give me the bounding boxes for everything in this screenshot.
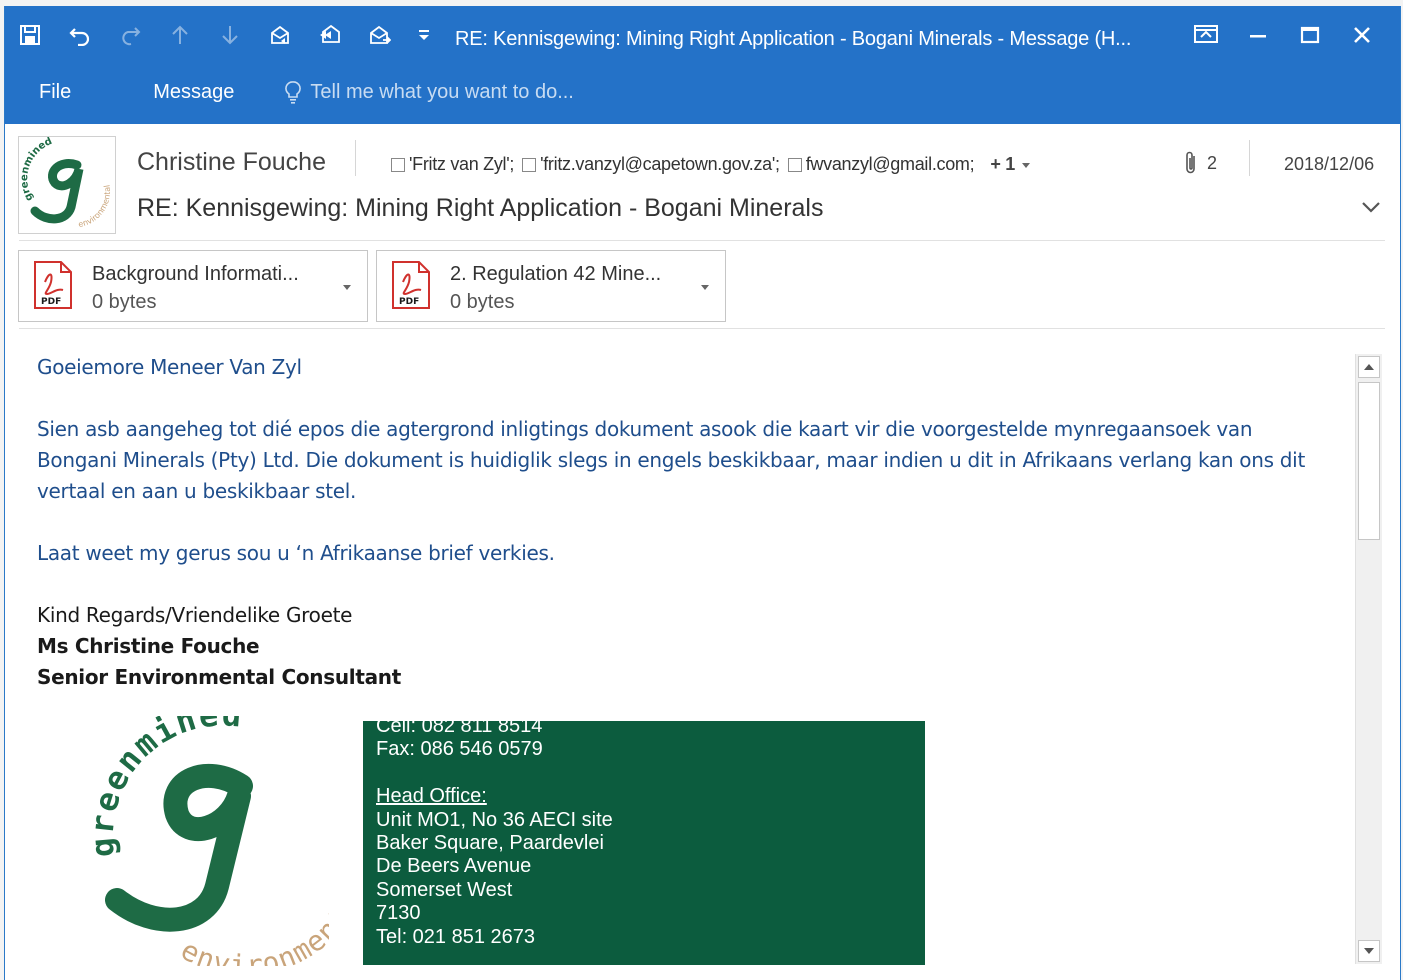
ribbon-display-options-icon[interactable] bbox=[1180, 18, 1232, 52]
recipient-checkbox[interactable] bbox=[787, 157, 802, 172]
paperclip-icon bbox=[1186, 151, 1195, 174]
lightbulb-icon bbox=[285, 81, 302, 104]
attachments-separator bbox=[19, 328, 1385, 329]
telephone-number: Tel: 021 851 2673 bbox=[376, 925, 536, 948]
attachment-indicator: 2 bbox=[1183, 150, 1217, 176]
postal-code: 7130 bbox=[376, 902, 421, 925]
chevron-down-icon[interactable] bbox=[699, 283, 711, 291]
forward-icon[interactable] bbox=[367, 22, 393, 48]
scroll-down-button[interactable] bbox=[1358, 940, 1380, 962]
attachment-size: 0 bytes bbox=[450, 291, 515, 313]
header-divider bbox=[1249, 140, 1250, 176]
header-divider bbox=[355, 140, 356, 176]
chevron-down-icon bbox=[1021, 162, 1030, 168]
fax-number: Fax: 086 546 0579 bbox=[376, 738, 543, 761]
down-arrow-icon[interactable] bbox=[217, 22, 243, 48]
quick-access-toolbar bbox=[17, 20, 455, 50]
head-office-label: Head Office: bbox=[376, 785, 487, 808]
menu-message[interactable]: Message bbox=[153, 81, 234, 104]
company-logo: greenmined environmental bbox=[89, 716, 329, 966]
reply-all-icon[interactable] bbox=[317, 22, 343, 48]
body-paragraph: Laat weet my gerus sou u ‘n Afrikaanse b… bbox=[37, 541, 555, 565]
title-bar: RE: Kennisgewing: Mining Right Applicati… bbox=[5, 6, 1400, 124]
minimize-icon[interactable] bbox=[1232, 18, 1284, 52]
message-header: greenmined environmental Christine Fouch… bbox=[5, 124, 1400, 242]
menu-file[interactable]: File bbox=[39, 81, 71, 104]
message-body: Goeiemore Meneer Van Zyl Sien asb aangeh… bbox=[37, 352, 1337, 693]
recipient[interactable]: 'Fritz van Zyl'; bbox=[391, 154, 514, 175]
signature-title: Senior Environmental Consultant bbox=[37, 665, 401, 689]
recipient[interactable]: 'fritz.vanzyl@capetown.gov.za'; bbox=[522, 154, 780, 175]
closing-text: Kind Regards/Vriendelike Groete bbox=[37, 603, 353, 627]
tell-me-placeholder: Tell me what you want to do... bbox=[310, 80, 574, 103]
attachment-card[interactable]: PDF 2. Regulation 42 Mine... 0 bytes bbox=[376, 250, 726, 322]
close-icon[interactable] bbox=[1336, 18, 1388, 52]
svg-text:environmental: environmental bbox=[78, 184, 113, 229]
sender-avatar[interactable]: greenmined environmental bbox=[18, 136, 116, 234]
greeting-text: Goeiemore Meneer Van Zyl bbox=[37, 355, 302, 379]
sent-date: 2018/12/06 bbox=[1284, 154, 1375, 174]
more-recipients-button[interactable]: + 1 bbox=[990, 154, 1032, 175]
pdf-file-icon: PDF bbox=[34, 261, 72, 309]
attachment-name: Background Informati... bbox=[92, 263, 299, 285]
window-controls bbox=[1180, 18, 1388, 52]
customize-dropdown-icon[interactable] bbox=[417, 22, 431, 48]
maximize-icon[interactable] bbox=[1284, 18, 1336, 52]
signature-name: Ms Christine Fouche bbox=[37, 634, 260, 658]
svg-text:PDF: PDF bbox=[41, 297, 61, 307]
reply-icon[interactable] bbox=[267, 22, 293, 48]
triangle-down-icon bbox=[1364, 948, 1374, 954]
scroll-up-button[interactable] bbox=[1358, 356, 1380, 378]
attachment-name: 2. Regulation 42 Mine... bbox=[450, 263, 662, 285]
expand-header-button[interactable] bbox=[1361, 200, 1381, 219]
pdf-file-icon: PDF bbox=[392, 261, 430, 309]
attachment-count: 2 bbox=[1207, 152, 1218, 173]
svg-text:PDF: PDF bbox=[399, 297, 419, 307]
up-arrow-icon[interactable] bbox=[167, 22, 193, 48]
avatar-logo-text: greenmined bbox=[19, 137, 54, 203]
undo-icon[interactable] bbox=[67, 22, 93, 48]
recipient-checkbox[interactable] bbox=[391, 157, 405, 172]
body-paragraph: Sien asb aangeheg tot dié epos die agter… bbox=[37, 417, 1305, 503]
recipient[interactable]: fwvanzyl@gmail.com; bbox=[787, 154, 975, 175]
address-line: Baker Square, Paardevlei bbox=[376, 832, 604, 855]
attachment-size: 0 bytes bbox=[92, 291, 157, 313]
vertical-scrollbar[interactable] bbox=[1355, 354, 1382, 964]
chevron-down-icon bbox=[1362, 202, 1380, 213]
address-line: Somerset West bbox=[376, 878, 513, 901]
recipients-list: 'Fritz van Zyl'; 'fritz.vanzyl@capetown.… bbox=[391, 154, 1032, 175]
sender-name[interactable]: Christine Fouche bbox=[137, 148, 326, 177]
avatar-logo-subtext: environmental bbox=[78, 184, 113, 229]
recipient-checkbox[interactable] bbox=[522, 157, 537, 172]
svg-text:greenmined: greenmined bbox=[19, 137, 54, 203]
menu-bar: File Message Tell me what you want to do… bbox=[5, 72, 574, 112]
header-separator bbox=[19, 240, 1385, 241]
redo-icon[interactable] bbox=[117, 22, 143, 48]
cell-number: Cell: 082 811 8514 bbox=[376, 721, 543, 737]
scrollbar-thumb[interactable] bbox=[1358, 382, 1380, 540]
contact-details-box: Cell: 082 811 8514 Fax: 086 546 0579 Hea… bbox=[363, 721, 925, 965]
chevron-down-icon[interactable] bbox=[341, 283, 353, 291]
triangle-up-icon bbox=[1364, 364, 1374, 370]
address-line: De Beers Avenue bbox=[376, 855, 532, 878]
attachment-card[interactable]: PDF Background Informati... 0 bytes bbox=[18, 250, 368, 322]
address-line: Unit MO1, No 36 AECI site bbox=[376, 808, 613, 831]
message-subject: RE: Kennisgewing: Mining Right Applicati… bbox=[137, 194, 824, 222]
save-icon[interactable] bbox=[17, 22, 43, 48]
window-title: RE: Kennisgewing: Mining Right Applicati… bbox=[455, 28, 1132, 50]
tell-me-search[interactable]: Tell me what you want to do... bbox=[284, 80, 574, 104]
message-window: RE: Kennisgewing: Mining Right Applicati… bbox=[4, 6, 1401, 980]
